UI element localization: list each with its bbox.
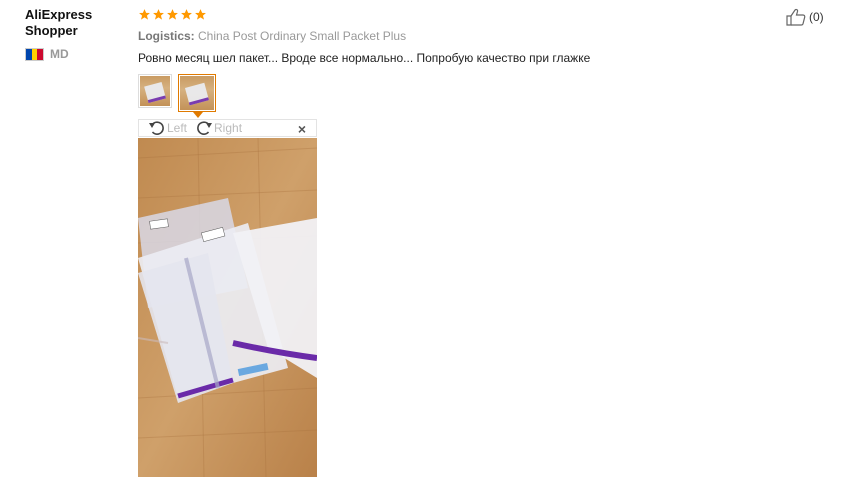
rotate-left-icon bbox=[149, 121, 164, 135]
star-rating bbox=[138, 8, 207, 21]
review-photo-image bbox=[138, 138, 317, 477]
rotate-right-button[interactable]: Right bbox=[195, 120, 242, 136]
photo-thumbnail-active[interactable] bbox=[178, 74, 216, 112]
active-thumbnail-caret bbox=[193, 112, 203, 118]
logistics-value: China Post Ordinary Small Packet Plus bbox=[198, 29, 407, 43]
rotate-right-label: Right bbox=[214, 121, 243, 135]
photo-thumbnails bbox=[138, 74, 216, 112]
user-name: AliExpress Shopper bbox=[25, 7, 93, 38]
star-icon bbox=[153, 9, 164, 20]
rotate-right-icon bbox=[197, 121, 213, 135]
rotate-left-label: Left bbox=[167, 121, 188, 135]
user-country: MD bbox=[25, 47, 69, 61]
close-viewer-button[interactable]: × bbox=[298, 121, 306, 137]
logistics-info: Logistics: China Post Ordinary Small Pac… bbox=[138, 29, 406, 43]
rotate-left-button[interactable]: Left bbox=[148, 120, 187, 136]
photo-thumbnail[interactable] bbox=[138, 74, 172, 108]
star-icon bbox=[167, 9, 178, 20]
helpful-button[interactable]: (0) bbox=[786, 8, 824, 26]
thumbs-up-icon bbox=[786, 8, 806, 26]
photo-viewer-toolbar: Left Right × bbox=[138, 119, 317, 137]
country-code: MD bbox=[50, 47, 69, 61]
review-photo bbox=[138, 138, 317, 477]
star-icon bbox=[181, 9, 192, 20]
moldova-flag-icon bbox=[25, 47, 44, 61]
logistics-label: Logistics: bbox=[138, 29, 195, 43]
star-icon bbox=[195, 9, 206, 20]
star-icon bbox=[139, 9, 150, 20]
review-text: Ровно месяц шел пакет... Вроде все норма… bbox=[138, 51, 591, 65]
helpful-count: (0) bbox=[809, 10, 824, 24]
